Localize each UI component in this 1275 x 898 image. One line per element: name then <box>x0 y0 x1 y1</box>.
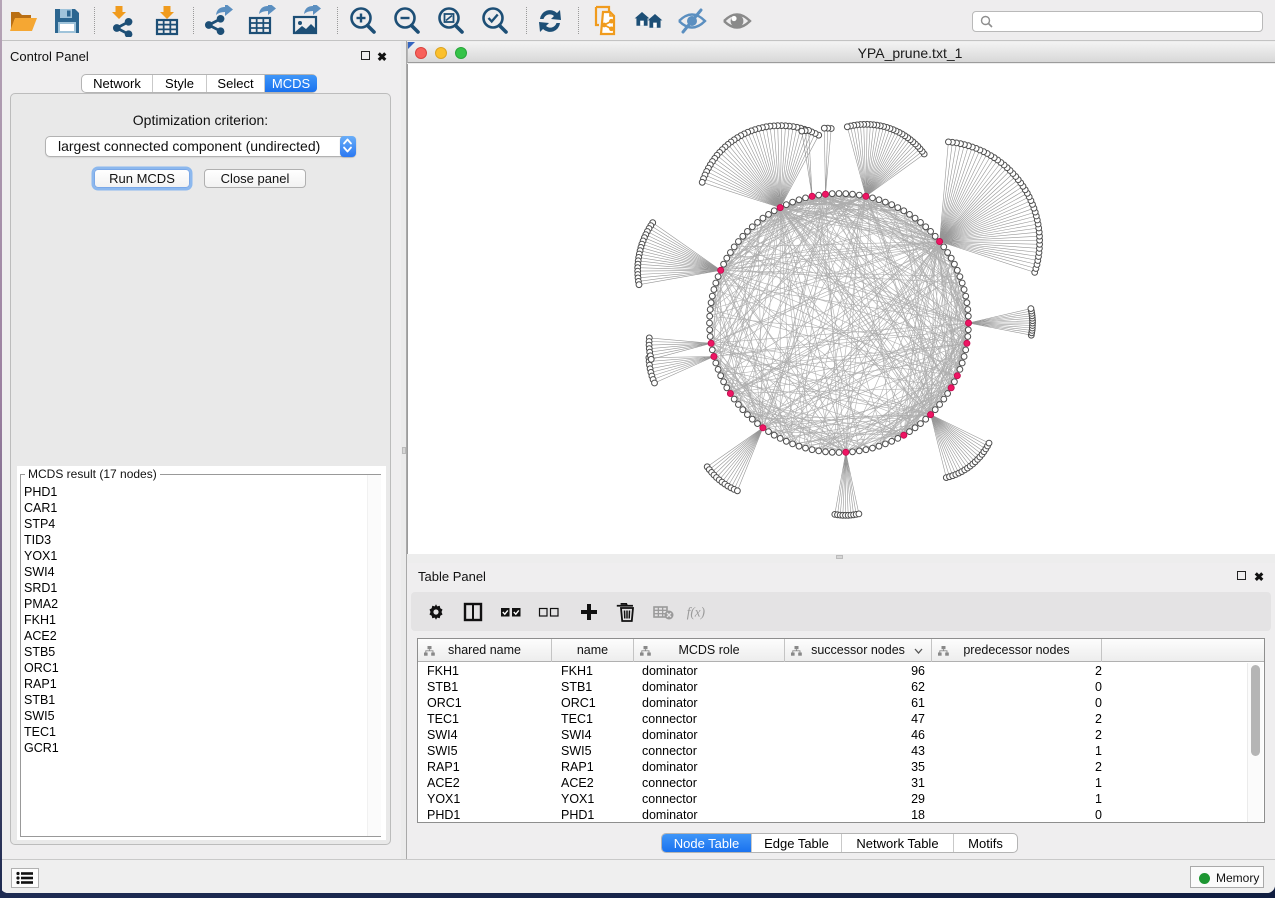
svg-text:f(x): f(x) <box>687 604 705 619</box>
